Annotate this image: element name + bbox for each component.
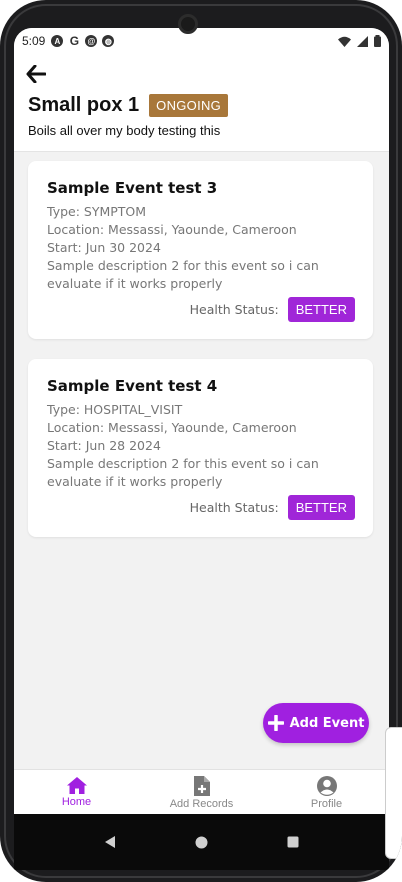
event-title: Sample Event test 3: [47, 179, 218, 197]
nav-profile[interactable]: Profile: [264, 770, 389, 814]
event-start: Start: Jun 28 2024: [47, 438, 161, 453]
plus-icon: [267, 715, 284, 731]
nav-profile-label: Profile: [310, 797, 343, 810]
phone-frame: 5:09 A G @ ◍ Small pox 1 ONGOING Boils a…: [0, 0, 402, 882]
page-header: Small pox 1 ONGOING Boils all over my bo…: [14, 54, 389, 152]
home-circle-icon[interactable]: [195, 836, 208, 849]
event-location: Location: Messassi, Yaounde, Cameroon: [47, 222, 297, 237]
nav-home[interactable]: Home: [14, 770, 139, 814]
health-status-row: Health Status: BETTER: [190, 495, 355, 520]
nav-add-records[interactable]: Add Records: [139, 770, 264, 814]
health-status-badge: BETTER: [287, 297, 355, 322]
signal-icon: [357, 35, 368, 47]
event-description: Sample description 2 for this event so i…: [47, 456, 319, 489]
health-status-label: Health Status:: [189, 500, 279, 515]
event-type: Type: SYMPTOM: [47, 204, 147, 219]
side-panel-edge: [385, 727, 402, 859]
event-title: Sample Event test 4: [47, 377, 218, 395]
battery-icon: [374, 35, 381, 47]
notification-a-icon: A: [51, 35, 64, 47]
health-status-row: Health Status: BETTER: [190, 297, 355, 322]
sync-icon: @: [85, 35, 98, 47]
status-time: 5:09: [22, 34, 46, 48]
page-title: Small pox 1: [28, 94, 140, 116]
page-subtitle: Boils all over my body testing this: [28, 123, 221, 138]
app-screen: 5:09 A G @ ◍ Small pox 1 ONGOING Boils a…: [14, 28, 389, 870]
bottom-navigation: Home Add Records Profile: [14, 769, 389, 814]
home-icon: [66, 777, 87, 794]
arrow-left-icon: [26, 65, 46, 83]
wifi-icon: [338, 36, 351, 47]
add-event-button[interactable]: Add Event: [263, 703, 369, 743]
status-bar: 5:09 A G @ ◍: [14, 28, 389, 54]
event-card[interactable]: Sample Event test 4 Type: HOSPITAL_VISIT…: [28, 359, 373, 537]
globe-icon: ◍: [102, 35, 115, 47]
event-card[interactable]: Sample Event test 3 Type: SYMPTOM Locati…: [28, 161, 373, 339]
google-icon: G: [69, 34, 80, 48]
recents-square-icon[interactable]: [287, 836, 299, 848]
back-button[interactable]: [26, 62, 54, 86]
event-location: Location: Messassi, Yaounde, Cameroon: [47, 420, 297, 435]
event-type: Type: HOSPITAL_VISIT: [47, 402, 183, 417]
front-camera: [178, 14, 198, 34]
status-badge: ONGOING: [149, 94, 229, 117]
system-navigation-bar: [14, 814, 389, 870]
event-description: Sample description 2 for this event so i…: [47, 258, 319, 291]
health-status-label: Health Status:: [189, 302, 279, 317]
event-start: Start: Jun 30 2024: [47, 240, 161, 255]
user-circle-icon: [316, 775, 337, 796]
health-status-badge: BETTER: [287, 495, 355, 520]
add-event-label: Add Event: [289, 715, 365, 731]
nav-home-label: Home: [61, 796, 92, 808]
back-triangle-icon[interactable]: [104, 835, 116, 849]
file-plus-icon: [193, 775, 210, 796]
nav-add-records-label: Add Records: [169, 797, 234, 810]
